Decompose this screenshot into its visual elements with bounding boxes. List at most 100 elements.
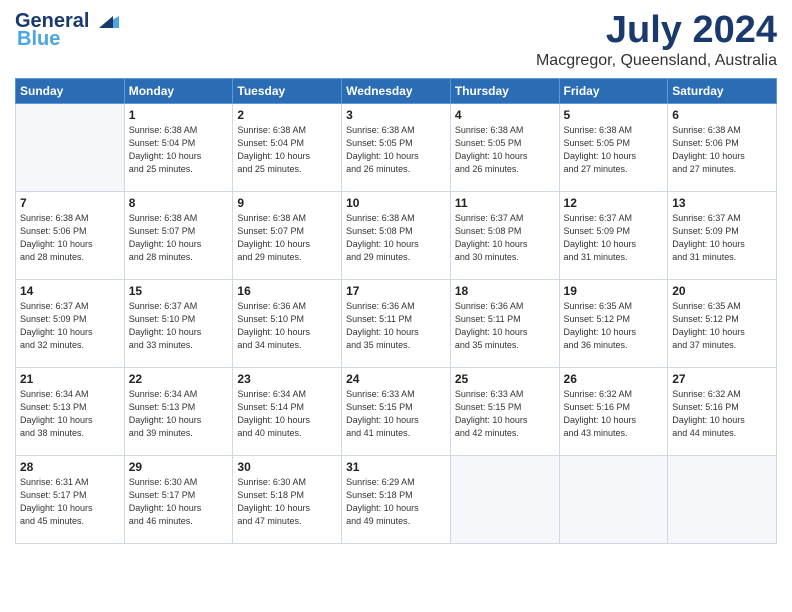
sunset-text: Sunset: 5:09 PM (564, 225, 664, 238)
day-cell: 1Sunrise: 6:38 AMSunset: 5:04 PMDaylight… (124, 103, 233, 191)
sunset-text: Sunset: 5:16 PM (564, 401, 664, 414)
sunset-text: Sunset: 5:11 PM (455, 313, 555, 326)
daylight-line2: and 41 minutes. (346, 427, 446, 440)
day-number: 13 (672, 196, 772, 210)
day-info: Sunrise: 6:36 AMSunset: 5:11 PMDaylight:… (346, 300, 446, 352)
day-info: Sunrise: 6:34 AMSunset: 5:14 PMDaylight:… (237, 388, 337, 440)
sunrise-text: Sunrise: 6:35 AM (672, 300, 772, 313)
daylight-line2: and 28 minutes. (20, 251, 120, 264)
daylight-line2: and 26 minutes. (455, 163, 555, 176)
daylight-line1: Daylight: 10 hours (20, 326, 120, 339)
day-cell: 17Sunrise: 6:36 AMSunset: 5:11 PMDayligh… (342, 279, 451, 367)
day-cell: 6Sunrise: 6:38 AMSunset: 5:06 PMDaylight… (668, 103, 777, 191)
day-number: 16 (237, 284, 337, 298)
day-cell: 4 Sunrise: 6:38 AMSunset: 5:05 PMDaylight… (450, 103, 559, 191)
daylight-line2: and 42 minutes. (455, 427, 555, 440)
day-number: 4 (455, 108, 555, 122)
day-cell: 13 Sunrise: 6:37 AMSunset: 5:09 PMDayligh… (668, 191, 777, 279)
sunset-text: Sunset: 5:12 PM (672, 313, 772, 326)
sunrise-text: Sunrise: 6:38 AM (564, 124, 664, 137)
week-row-4: 21Sunrise: 6:34 AMSunset: 5:13 PMDayligh… (16, 367, 777, 455)
daylight-line1: Daylight: 10 hours (564, 150, 664, 163)
sunrise-text: Sunrise: 6:37 AM (564, 212, 664, 225)
sunrise-text: Sunrise: 6:36 AM (346, 300, 446, 313)
day-cell: 30Sunrise: 6:30 AMSunset: 5:18 PMDayligh… (233, 455, 342, 543)
day-info: Sunrise: 6:38 AMSunset: 5:05 PMDaylight:… (455, 124, 555, 176)
sunrise-text: Sunrise: 6:37 AM (129, 300, 229, 313)
sunset-text: Sunset: 5:07 PM (237, 225, 337, 238)
daylight-line1: Daylight: 10 hours (455, 414, 555, 427)
sunset-text: Sunset: 5:14 PM (237, 401, 337, 414)
day-info: Sunrise: 6:35 AMSunset: 5:12 PMDaylight:… (564, 300, 664, 352)
daylight-line2: and 47 minutes. (237, 515, 337, 528)
daylight-line2: and 46 minutes. (129, 515, 229, 528)
day-cell: 23Sunrise: 6:34 AMSunset: 5:14 PMDayligh… (233, 367, 342, 455)
sunset-text: Sunset: 5:10 PM (129, 313, 229, 326)
day-cell: 24 Sunrise: 6:33 AMSunset: 5:15 PMDayligh… (342, 367, 451, 455)
day-info: Sunrise: 6:37 AMSunset: 5:09 PMDaylight:… (564, 212, 664, 264)
day-info: Sunrise: 6:38 AMSunset: 5:07 PMDaylight:… (237, 212, 337, 264)
sunset-text: Sunset: 5:12 PM (564, 313, 664, 326)
sunrise-text: Sunrise: 6:38 AM (672, 124, 772, 137)
day-info: Sunrise: 6:33 AMSunset: 5:15 PMDaylight:… (346, 388, 446, 440)
day-cell: 10Sunrise: 6:38 AMSunset: 5:08 PMDayligh… (342, 191, 451, 279)
day-number: 15 (129, 284, 229, 298)
logo-icon (91, 10, 123, 32)
daylight-line1: Daylight: 10 hours (237, 150, 337, 163)
day-info: Sunrise: 6:38 AMSunset: 5:05 PMDaylight:… (346, 124, 446, 176)
day-cell: 31Sunrise: 6:29 AMSunset: 5:18 PMDayligh… (342, 455, 451, 543)
day-number: 8 (129, 196, 229, 210)
daylight-line1: Daylight: 10 hours (455, 150, 555, 163)
sunrise-text: Sunrise: 6:37 AM (20, 300, 120, 313)
day-cell: 12Sunrise: 6:37 AMSunset: 5:09 PMDayligh… (559, 191, 668, 279)
sunrise-text: Sunrise: 6:34 AM (129, 388, 229, 401)
daylight-line1: Daylight: 10 hours (564, 414, 664, 427)
page: General Blue July 2024 Macgregor, Queens… (0, 0, 792, 612)
sunset-text: Sunset: 5:15 PM (455, 401, 555, 414)
daylight-line2: and 29 minutes. (237, 251, 337, 264)
daylight-line1: Daylight: 10 hours (346, 150, 446, 163)
daylight-line2: and 44 minutes. (672, 427, 772, 440)
daylight-line1: Daylight: 10 hours (672, 326, 772, 339)
daylight-line1: Daylight: 10 hours (237, 414, 337, 427)
day-info: Sunrise: 6:37 AMSunset: 5:09 PMDaylight:… (672, 212, 772, 264)
day-info: Sunrise: 6:37 AMSunset: 5:08 PMDaylight:… (455, 212, 555, 264)
sunrise-text: Sunrise: 6:38 AM (237, 212, 337, 225)
day-cell: 5Sunrise: 6:38 AMSunset: 5:05 PMDaylight… (559, 103, 668, 191)
daylight-line1: Daylight: 10 hours (237, 238, 337, 251)
daylight-line2: and 31 minutes. (672, 251, 772, 264)
sunrise-text: Sunrise: 6:38 AM (129, 212, 229, 225)
sunset-text: Sunset: 5:04 PM (237, 137, 337, 150)
daylight-line1: Daylight: 10 hours (455, 238, 555, 251)
day-info: Sunrise: 6:38 AMSunset: 5:06 PMDaylight:… (20, 212, 120, 264)
sunrise-text: Sunrise: 6:38 AM (237, 124, 337, 137)
calendar-table: SundayMondayTuesdayWednesdayThursdayFrid… (15, 78, 777, 544)
daylight-line2: and 32 minutes. (20, 339, 120, 352)
sunrise-text: Sunrise: 6:33 AM (346, 388, 446, 401)
day-info: Sunrise: 6:37 AMSunset: 5:10 PMDaylight:… (129, 300, 229, 352)
sunrise-text: Sunrise: 6:37 AM (455, 212, 555, 225)
sunrise-text: Sunrise: 6:31 AM (20, 476, 120, 489)
day-number: 1 (129, 108, 229, 122)
daylight-line2: and 27 minutes. (672, 163, 772, 176)
sunset-text: Sunset: 5:08 PM (346, 225, 446, 238)
daylight-line1: Daylight: 10 hours (346, 238, 446, 251)
header: General Blue July 2024 Macgregor, Queens… (15, 10, 777, 70)
day-number: 7 (20, 196, 120, 210)
sunset-text: Sunset: 5:08 PM (455, 225, 555, 238)
day-number: 24 (346, 372, 446, 386)
day-cell: 15 Sunrise: 6:37 AMSunset: 5:10 PMDayligh… (124, 279, 233, 367)
sunrise-text: Sunrise: 6:35 AM (564, 300, 664, 313)
sunset-text: Sunset: 5:16 PM (672, 401, 772, 414)
sunset-text: Sunset: 5:17 PM (20, 489, 120, 502)
daylight-line1: Daylight: 10 hours (237, 326, 337, 339)
daylight-line1: Daylight: 10 hours (20, 502, 120, 515)
day-number: 5 (564, 108, 664, 122)
sunset-text: Sunset: 5:09 PM (672, 225, 772, 238)
daylight-line2: and 39 minutes. (129, 427, 229, 440)
weekday-header-tuesday: Tuesday (233, 78, 342, 103)
day-number: 10 (346, 196, 446, 210)
daylight-line2: and 28 minutes. (129, 251, 229, 264)
day-number: 25 (455, 372, 555, 386)
daylight-line1: Daylight: 10 hours (346, 414, 446, 427)
